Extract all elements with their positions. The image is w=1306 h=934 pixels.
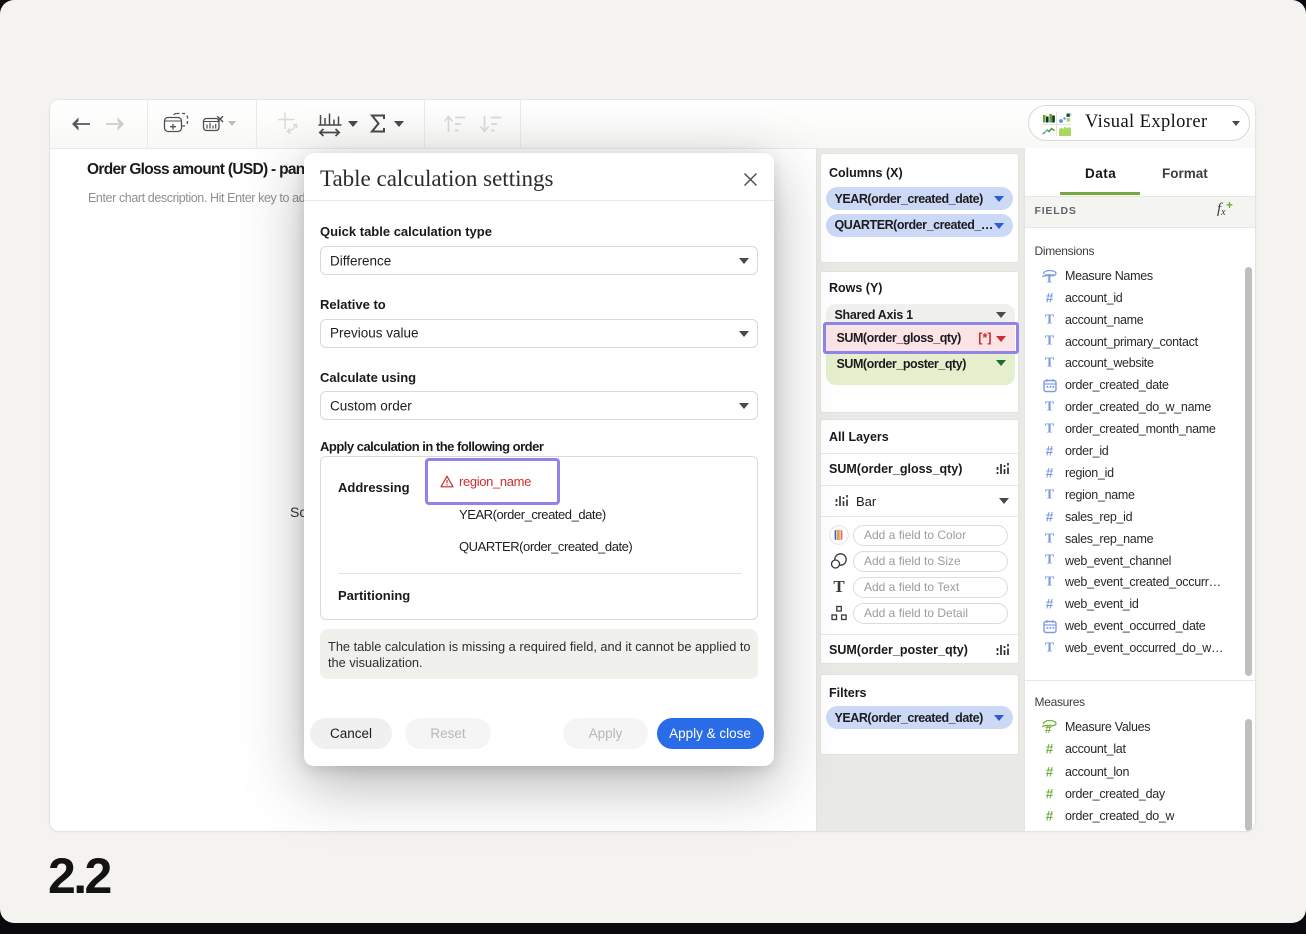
svg-text:T: T — [1045, 270, 1054, 284]
